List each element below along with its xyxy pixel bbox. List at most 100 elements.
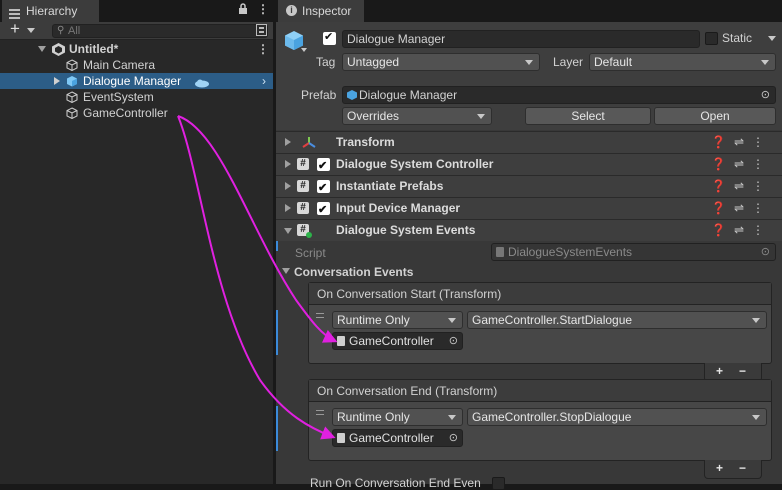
add-button[interactable]: + xyxy=(10,19,20,39)
expand-icon[interactable] xyxy=(54,77,60,85)
help-icon[interactable]: ❓ xyxy=(711,223,734,237)
add-listener-button[interactable]: + xyxy=(716,363,723,379)
object-picker-icon[interactable]: ⊙ xyxy=(761,87,770,103)
component-label: Dialogue System Controller xyxy=(336,157,494,171)
component-enabled-checkbox[interactable] xyxy=(317,178,330,198)
prefab-value: Dialogue Manager xyxy=(359,88,458,102)
static-dropdown-icon[interactable] xyxy=(768,36,776,41)
presets-icon[interactable]: ⇌ xyxy=(734,201,752,215)
help-icon[interactable]: ❓ xyxy=(711,157,734,171)
active-checkbox[interactable] xyxy=(323,30,336,45)
drag-handle-icon[interactable] xyxy=(316,410,324,415)
gameobject-cube-icon xyxy=(66,59,78,71)
static-label: Static xyxy=(722,31,753,45)
hierarchy-item-eventsystem[interactable]: EventSystem xyxy=(0,89,273,105)
runtime-mode-dropdown[interactable]: Runtime Only xyxy=(332,311,463,329)
hierarchy-item-dialogue-manager[interactable]: Dialogue Manager › xyxy=(0,73,273,89)
help-icon[interactable]: ❓ xyxy=(711,135,734,149)
chevron-down-icon xyxy=(525,60,533,65)
tab-hierarchy-label: Hierarchy xyxy=(26,4,78,18)
hierarchy-item-gamecontroller[interactable]: GameController xyxy=(0,105,273,121)
icon-dropdown-icon[interactable] xyxy=(301,48,307,52)
static-checkbox[interactable] xyxy=(705,32,718,45)
object-name-field[interactable]: Dialogue Manager xyxy=(342,30,700,48)
component-input-device-manager[interactable]: # Input Device Manager ❓⇌⋮ xyxy=(276,197,782,220)
prefab-small-icon xyxy=(347,90,357,100)
foldout-open-icon[interactable] xyxy=(284,228,292,234)
runtime-mode-value: Runtime Only xyxy=(337,313,410,327)
unity-event-end: On Conversation End (Transform) Runtime … xyxy=(308,379,772,461)
more-icon[interactable]: ⋮ xyxy=(257,2,269,16)
search-placeholder: All xyxy=(68,25,81,37)
foldout-icon[interactable] xyxy=(285,138,291,146)
open-prefab-chevron-icon[interactable]: › xyxy=(262,73,266,89)
tab-inspector[interactable]: i Inspector xyxy=(278,0,364,22)
foldout-icon[interactable] xyxy=(285,182,291,190)
remove-listener-button[interactable]: − xyxy=(739,363,746,379)
target-object-value: GameController xyxy=(349,334,434,348)
component-transform[interactable]: Transform ❓⇌⋮ xyxy=(276,131,782,153)
help-icon[interactable]: ❓ xyxy=(711,179,734,193)
component-label: Instantiate Prefabs xyxy=(336,179,444,193)
function-dropdown[interactable]: GameController.StartDialogue xyxy=(467,311,767,329)
component-dialogue-system-controller[interactable]: # Dialogue System Controller ❓⇌⋮ xyxy=(276,153,782,176)
layer-value: Default xyxy=(594,55,633,69)
component-label: Dialogue System Events xyxy=(336,223,476,237)
component-enabled-checkbox[interactable] xyxy=(317,200,330,220)
hierarchy-item-label: EventSystem xyxy=(83,90,154,104)
search-field[interactable]: ⚲ All xyxy=(52,24,268,38)
chevron-down-icon xyxy=(448,318,456,323)
more-icon[interactable]: ⋮ xyxy=(752,201,772,215)
hierarchy-tabbar: Hierarchy ⋮ xyxy=(0,0,273,22)
foldout-icon[interactable] xyxy=(285,160,291,168)
more-icon[interactable]: ⋮ xyxy=(752,179,772,193)
object-picker-icon[interactable]: ⊙ xyxy=(449,333,458,349)
component-enabled-checkbox[interactable] xyxy=(317,156,330,176)
component-dialogue-system-events[interactable]: # Dialogue System Events ❓⇌⋮ xyxy=(276,219,782,241)
add-dropdown-icon[interactable] xyxy=(27,28,35,33)
presets-icon[interactable]: ⇌ xyxy=(734,179,752,193)
open-button[interactable]: Open xyxy=(654,107,776,125)
prefab-field[interactable]: Dialogue Manager ⊙ xyxy=(342,86,776,104)
layer-dropdown[interactable]: Default xyxy=(589,53,776,71)
scene-row[interactable]: Untitled* ⋮ xyxy=(0,41,273,57)
function-dropdown[interactable]: GameController.StopDialogue xyxy=(467,408,767,426)
presets-icon[interactable]: ⇌ xyxy=(734,223,752,237)
section-foldout-icon[interactable] xyxy=(282,268,290,274)
component-instantiate-prefabs[interactable]: # Instantiate Prefabs ❓⇌⋮ xyxy=(276,175,782,198)
hierarchy-item-main-camera[interactable]: Main Camera xyxy=(0,57,273,73)
unity-event-start: On Conversation Start (Transform) Runtim… xyxy=(308,282,772,364)
scene-name: Untitled* xyxy=(69,42,119,56)
overrides-dropdown[interactable]: Overrides xyxy=(342,107,492,125)
presets-icon[interactable]: ⇌ xyxy=(734,135,752,149)
tag-dropdown[interactable]: Untagged xyxy=(342,53,540,71)
info-icon: i xyxy=(286,5,297,16)
more-icon[interactable]: ⋮ xyxy=(752,223,772,237)
object-picker-icon[interactable]: ⊙ xyxy=(449,430,458,446)
select-button[interactable]: Select xyxy=(525,107,651,125)
more-icon[interactable]: ⋮ xyxy=(752,157,772,171)
foldout-icon[interactable] xyxy=(285,204,291,212)
override-marker xyxy=(276,406,278,451)
runtime-mode-dropdown[interactable]: Runtime Only xyxy=(332,408,463,426)
component-tools: ❓⇌⋮ xyxy=(711,154,772,174)
add-listener-button[interactable]: + xyxy=(716,460,723,476)
chevron-down-icon xyxy=(448,415,456,420)
hierarchy-item-label: Main Camera xyxy=(83,58,156,72)
script-label: Script xyxy=(295,246,326,260)
script-file-icon xyxy=(496,247,504,257)
presets-icon[interactable]: ⇌ xyxy=(734,157,752,171)
more-icon[interactable]: ⋮ xyxy=(752,135,772,149)
scene-more-icon[interactable]: ⋮ xyxy=(257,41,269,57)
script-file-icon xyxy=(337,433,345,443)
lock-icon[interactable] xyxy=(238,3,248,18)
help-icon[interactable]: ❓ xyxy=(711,201,734,215)
chevron-down-icon xyxy=(477,114,485,119)
component-tools: ❓⇌⋮ xyxy=(711,220,772,240)
scene-filter-icon[interactable] xyxy=(256,24,267,39)
remove-listener-button[interactable]: − xyxy=(739,460,746,476)
scene-expand-icon[interactable] xyxy=(38,46,46,52)
target-object-field[interactable]: GameController ⊙ xyxy=(332,332,463,350)
target-object-field[interactable]: GameController ⊙ xyxy=(332,429,463,447)
drag-handle-icon[interactable] xyxy=(316,313,324,318)
